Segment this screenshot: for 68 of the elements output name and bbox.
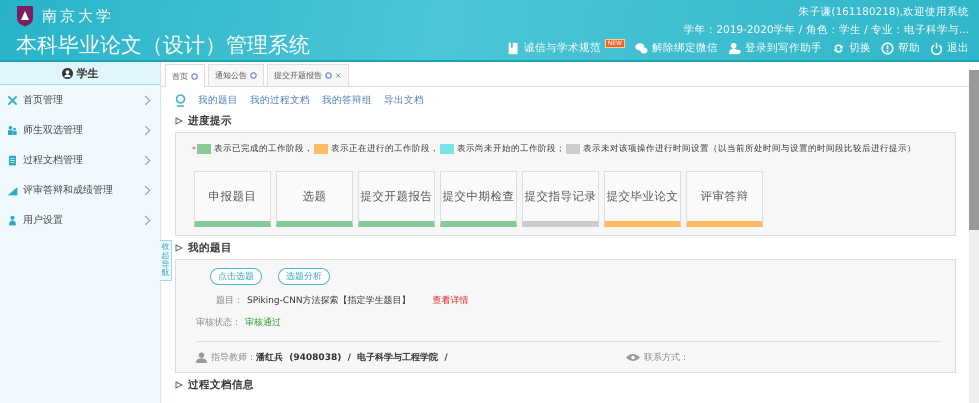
nav-link[interactable]: 我的题目 — [198, 94, 238, 106]
help-icon — [881, 42, 894, 54]
nav-link[interactable]: 我的答辩组 — [322, 94, 372, 106]
switch-icon — [832, 42, 845, 54]
stage-card[interactable]: 选题 — [276, 171, 353, 227]
section-heading: 进度提示 — [188, 114, 232, 128]
triangle-right-icon — [175, 116, 183, 124]
asterisk-icon: * — [192, 144, 196, 154]
stage-card[interactable]: 提交毕业论文 — [604, 171, 681, 227]
eye-icon — [626, 353, 640, 362]
chevron-right-icon — [142, 124, 153, 136]
details-link[interactable]: 查看详情 — [432, 294, 469, 307]
chevron-right-icon — [142, 184, 153, 196]
welcome-text: 朱子谦(161180218),欢迎使用系统 — [798, 5, 969, 19]
field-label: 审核状态： — [196, 316, 241, 329]
review-status: 审核通过 — [245, 316, 281, 329]
legend-text: 表示已完成的工作阶段， — [214, 143, 313, 155]
legend-text: 表示尚未开始的工作阶段； — [457, 143, 565, 155]
people-icon — [7, 124, 18, 136]
refresh-icon — [325, 72, 332, 79]
chevron-right-icon — [142, 94, 153, 106]
person-icon — [196, 352, 207, 363]
field-label: 题目： — [216, 294, 243, 307]
wechat-icon — [635, 42, 648, 54]
field-label: 联系方式： — [644, 352, 689, 364]
field-label: 指导教师： — [211, 352, 256, 364]
section-heading: 过程文档信息 — [188, 378, 254, 392]
stage-card[interactable]: 提交中期检查 — [440, 171, 517, 227]
stage-card[interactable]: 提交指导记录 — [522, 171, 599, 227]
sidebar-item[interactable]: 过程文档管理 — [0, 145, 160, 175]
legend-text: 表示正在进行的工作阶段， — [331, 143, 439, 155]
sidebar-title: 学生 — [0, 62, 160, 85]
tab[interactable]: 通知公告 — [208, 64, 264, 86]
refresh-icon — [250, 72, 257, 79]
advisor-info: 潘红兵 (9408038) / 电子科学与工程学院 / — [256, 351, 449, 364]
user-circle-icon — [62, 68, 72, 78]
scrollbar[interactable] — [969, 70, 979, 403]
book-icon — [506, 42, 520, 54]
sidebar-item[interactable]: 评审答辩和成绩管理 — [0, 175, 160, 205]
refresh-icon — [191, 72, 198, 80]
sidebar-item[interactable]: 用户设置 — [0, 205, 160, 235]
shield-logo-icon — [16, 5, 34, 27]
user-info: 学年：2019-2020学年 / 角色：学生 / 专业：电子科学与... — [683, 23, 969, 37]
doc-icon — [7, 154, 18, 166]
system-title: 本科毕业论文（设计）管理系统 — [16, 32, 310, 59]
tab[interactable]: 首页 — [165, 64, 205, 87]
legend-text: 表示未对该项操作进行时间设置（以当前所处时间与设置的时间段比较后进行提示） — [583, 143, 916, 155]
chart-icon — [7, 184, 18, 196]
chevron-right-icon — [142, 154, 153, 166]
triangle-right-icon — [175, 380, 183, 388]
location-pin-icon — [175, 94, 186, 106]
school-name: 南京大学 — [42, 6, 114, 26]
tools-icon — [7, 94, 18, 106]
stage-card[interactable]: 申报题目 — [194, 171, 271, 227]
user-icon — [7, 214, 18, 226]
triangle-right-icon — [175, 244, 183, 252]
power-icon — [930, 42, 943, 54]
topic-title: SPiking-CNN方法探索【指定学生题目】 — [247, 294, 411, 307]
nav-link[interactable]: 我的过程文档 — [250, 94, 310, 106]
user-icon — [728, 42, 741, 54]
chevron-right-icon — [142, 214, 153, 226]
nav-link[interactable]: 导出文档 — [384, 94, 424, 106]
stage-card[interactable]: 评审答辩 — [686, 171, 763, 227]
sidebar-item[interactable]: 师生双选管理 — [0, 115, 160, 145]
section-heading: 我的题目 — [188, 240, 232, 254]
sidebar-item[interactable]: 首页管理 — [0, 85, 160, 115]
tab[interactable]: 提交开题报告 × — [267, 64, 349, 86]
stage-card[interactable]: 提交开题报告 — [358, 171, 435, 227]
